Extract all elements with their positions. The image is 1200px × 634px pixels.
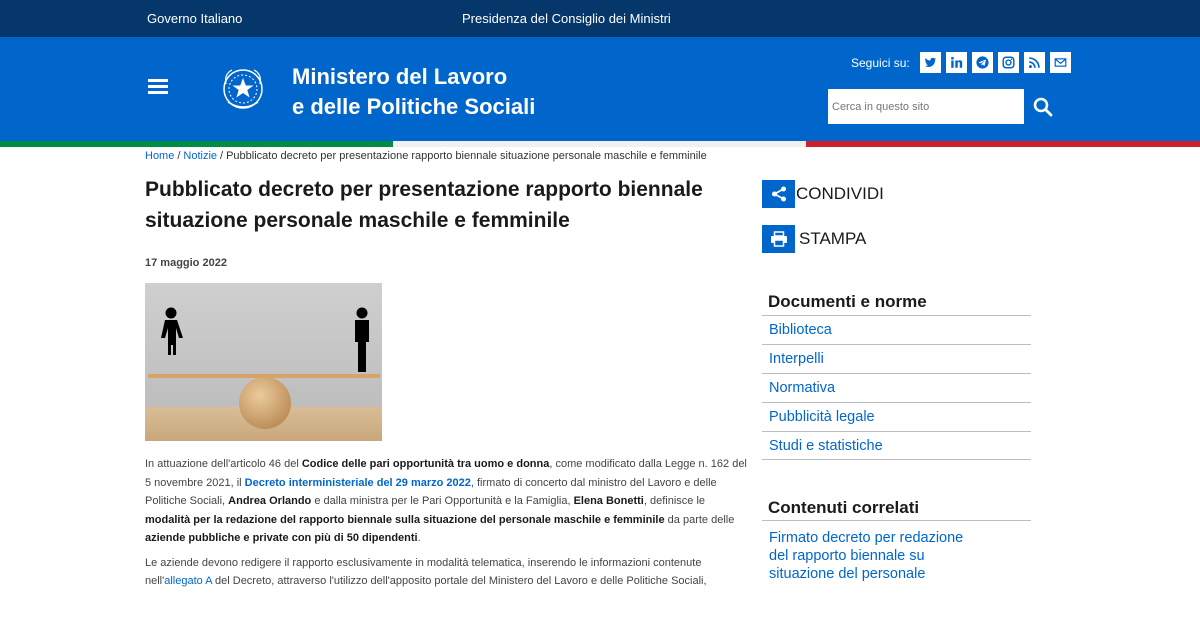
docs-item-pubblicita-legale[interactable]: Pubblicità legale: [762, 402, 1031, 431]
article-paragraph-1: In attuazione dell'articolo 46 del Codic…: [145, 458, 747, 544]
allegato-a-link[interactable]: allegato A: [164, 575, 212, 587]
site-header: Ministero del Lavoro e delle Politiche S…: [0, 37, 1200, 141]
article-image: [145, 283, 382, 441]
telegram-icon[interactable]: [971, 52, 993, 73]
print-button[interactable]: STAMPA: [762, 225, 866, 253]
article-body: In attuazione dell'articolo 46 del Codic…: [145, 455, 750, 597]
decreto-link[interactable]: Decreto interministeriale del 29 marzo 2…: [245, 477, 471, 489]
breadcrumb-home[interactable]: Home: [145, 150, 174, 162]
related-title: Contenuti correlati: [768, 498, 920, 517]
docs-item-studi-statistiche[interactable]: Studi e statistiche: [762, 431, 1031, 460]
brand-line1: Ministero del Lavoro: [292, 64, 508, 89]
governo-italiano-link[interactable]: Governo Italiano: [147, 11, 242, 26]
breadcrumb-current: Pubblicato decreto per presentazione rap…: [226, 150, 707, 162]
article-paragraph-2: Le aziende devono redigere il rapporto e…: [145, 556, 707, 588]
presidenza-link[interactable]: Presidenza del Consiglio dei Ministri: [462, 11, 671, 26]
search-icon: [1033, 97, 1052, 116]
related-link[interactable]: Firmato decreto per redazione del rappor…: [762, 520, 1031, 583]
docs-list: Biblioteca Interpelli Normativa Pubblici…: [762, 315, 1031, 460]
breadcrumb-news[interactable]: Notizie: [183, 150, 217, 162]
site-brand[interactable]: Ministero del Lavoro e delle Politiche S…: [292, 62, 535, 122]
share-icon: [762, 180, 795, 208]
emblem-icon: [223, 69, 263, 109]
instagram-icon[interactable]: [997, 52, 1019, 73]
docs-item-biblioteca[interactable]: Biblioteca: [762, 315, 1031, 344]
mail-icon[interactable]: [1049, 52, 1071, 73]
linkedin-icon[interactable]: [945, 52, 967, 73]
social-label: Seguici su:: [851, 55, 910, 70]
search-input[interactable]: [828, 89, 1024, 124]
search-button[interactable]: [1024, 89, 1061, 124]
menu-icon[interactable]: [148, 79, 168, 95]
print-label: STAMPA: [799, 229, 867, 248]
article-date: 17 maggio 2022: [145, 257, 227, 269]
rss-icon[interactable]: [1023, 52, 1045, 73]
print-icon: [762, 225, 795, 253]
docs-item-normativa[interactable]: Normativa: [762, 373, 1031, 402]
docs-title: Documenti e norme: [768, 292, 927, 311]
docs-item-interpelli[interactable]: Interpelli: [762, 344, 1031, 373]
brand-line2: e delle Politiche Sociali: [292, 94, 536, 119]
twitter-icon[interactable]: [919, 52, 941, 73]
tricolore-bar: [0, 141, 1200, 147]
slim-header: Governo Italiano Presidenza del Consigli…: [0, 0, 1200, 37]
breadcrumb: Home / Notizie / Pubblicato decreto per pres…: [145, 150, 707, 162]
share-button[interactable]: CONDIVIDI: [762, 180, 884, 208]
article-title: Pubblicato decreto per presentazione rap…: [145, 178, 703, 232]
share-label: CONDIVIDI: [796, 184, 884, 203]
balance-icon: [239, 377, 291, 429]
social-bar: Seguici su:: [851, 52, 1071, 73]
